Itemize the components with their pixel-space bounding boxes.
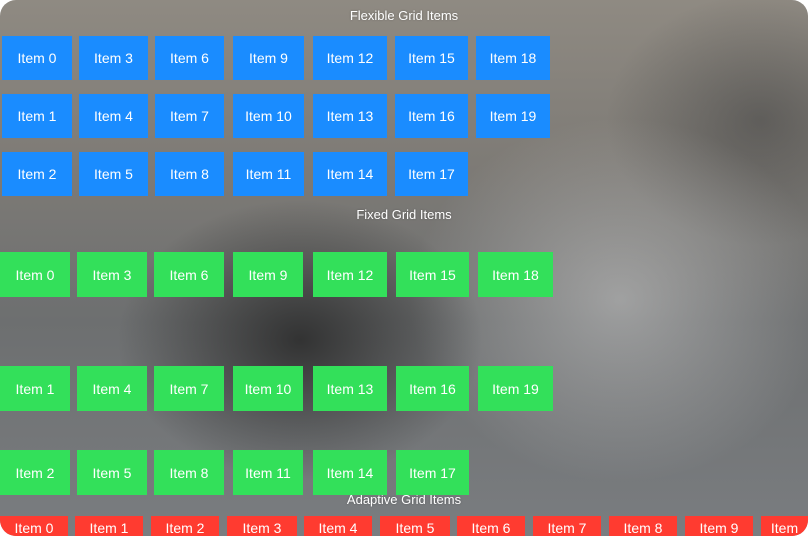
fixed-grid-item: Item 19 (478, 366, 553, 411)
flexible-grid-item: Item 15 (395, 36, 468, 80)
flexible-grid-item: Item 14 (313, 152, 387, 196)
flexible-grid-item: Item 17 (395, 152, 468, 196)
flexible-grid-item: Item 18 (476, 36, 550, 80)
flexible-grid-item: Item 13 (313, 94, 387, 138)
app-window: Flexible Grid Items Fixed Grid Items Ada… (0, 0, 808, 536)
flexible-grid-item: Item 2 (2, 152, 72, 196)
fixed-grid-item: Item 9 (233, 252, 303, 297)
adaptive-grid-item: Item 9 (685, 516, 753, 536)
fixed-grid-item: Item 3 (77, 252, 147, 297)
adaptive-grid-item: Item 5 (380, 516, 450, 536)
fixed-grid-item: Item 10 (233, 366, 303, 411)
adaptive-grid-item: Item 2 (151, 516, 219, 536)
fixed-grid-item: Item 7 (154, 366, 224, 411)
fixed-grid-title: Fixed Grid Items (356, 207, 452, 222)
fixed-grid-item: Item 13 (313, 366, 387, 411)
flexible-grid-item: Item 7 (155, 94, 224, 138)
adaptive-grid-item: Item 1 (75, 516, 143, 536)
flexible-grid-item: Item 5 (79, 152, 148, 196)
fixed-grid-item: Item 18 (478, 252, 553, 297)
flexible-grid-item: Item 6 (155, 36, 224, 80)
fixed-grid-item: Item 1 (0, 366, 70, 411)
adaptive-grid-item: Item 7 (533, 516, 601, 536)
flexible-grid-item: Item 9 (233, 36, 304, 80)
adaptive-grid-item: Item 0 (0, 516, 68, 536)
flexible-grid-item: Item 1 (2, 94, 72, 138)
flexible-grid-title: Flexible Grid Items (349, 8, 459, 23)
fixed-grid-item: Item 5 (77, 450, 147, 495)
flexible-grid-item: Item 0 (2, 36, 72, 80)
fixed-grid-item: Item 6 (154, 252, 224, 297)
adaptive-grid-item: Item 8 (609, 516, 677, 536)
adaptive-grid-item: Item 4 (304, 516, 372, 536)
fixed-grid-item: Item 15 (396, 252, 469, 297)
fixed-grid-item: Item 17 (396, 450, 469, 495)
fixed-grid-item: Item 8 (154, 450, 224, 495)
fixed-grid-item: Item 2 (0, 450, 70, 495)
adaptive-grid-item: Item 3 (227, 516, 297, 536)
flexible-grid-item: Item 11 (233, 152, 304, 196)
fixed-grid-item: Item 11 (233, 450, 303, 495)
flexible-grid-item: Item 3 (79, 36, 148, 80)
fixed-grid-item: Item 4 (77, 366, 147, 411)
flexible-grid-item: Item 4 (79, 94, 148, 138)
flexible-grid-item: Item 12 (313, 36, 387, 80)
adaptive-grid-item: Item (761, 516, 808, 536)
fixed-grid-item: Item 12 (313, 252, 387, 297)
flexible-grid-item: Item 19 (476, 94, 550, 138)
fixed-grid-item: Item 16 (396, 366, 469, 411)
flexible-grid-item: Item 16 (395, 94, 468, 138)
adaptive-grid-item: Item 6 (457, 516, 525, 536)
fixed-grid-item: Item 0 (0, 252, 70, 297)
flexible-grid-item: Item 8 (155, 152, 224, 196)
fixed-grid-item: Item 14 (313, 450, 387, 495)
flexible-grid-item: Item 10 (233, 94, 304, 138)
